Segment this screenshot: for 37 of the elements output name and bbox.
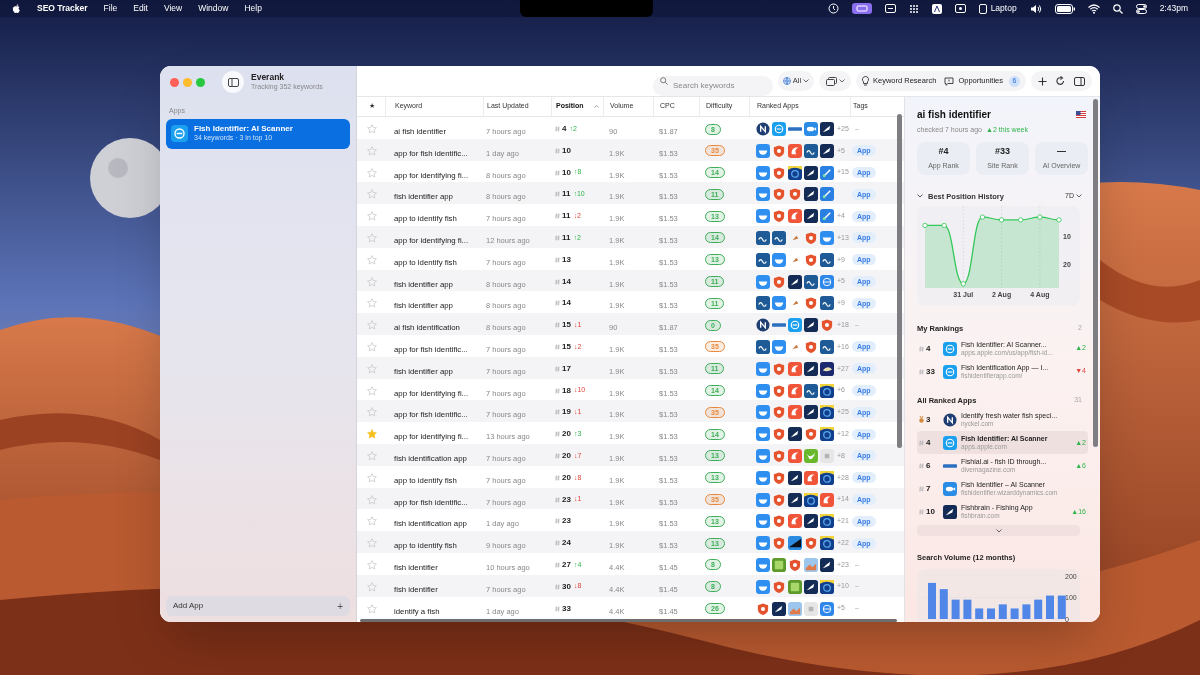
rank-number: 4 xyxy=(926,436,931,449)
position-cell: 19 xyxy=(562,406,571,419)
position-cell: 27 xyxy=(562,558,571,571)
position-cell: 33 xyxy=(562,602,571,615)
rank-number: 3 xyxy=(926,413,931,426)
position-cell: 20 xyxy=(562,471,571,484)
position-cell: 11 xyxy=(562,232,571,244)
position-cell: 30 xyxy=(562,580,571,593)
rank-number: 10 xyxy=(926,505,935,518)
position-cell: 15 xyxy=(562,340,571,353)
rank-number: 4 xyxy=(926,342,931,355)
position-cell: 23 xyxy=(562,515,571,528)
rank-number: 7 xyxy=(926,482,931,495)
position-cell: 14 xyxy=(562,275,571,288)
position-cell: 24 xyxy=(562,537,571,550)
stat-value: #33 xyxy=(995,144,1010,158)
keyword-title: ai fish identifier xyxy=(917,108,991,122)
position-cell: 23 xyxy=(562,493,571,506)
stat-value: — xyxy=(1057,144,1066,158)
rank-number: 6 xyxy=(926,459,931,472)
position-cell: 10 xyxy=(562,166,571,179)
plus-label: + xyxy=(337,599,343,614)
app-name: Fish Identifier: AI Scanner xyxy=(194,124,293,135)
position-cell: 14 xyxy=(562,297,571,310)
position-cell: 15 xyxy=(562,319,571,332)
position-cell: 18 xyxy=(562,384,571,397)
app-title: Everank xyxy=(251,72,286,83)
position-cell: 20 xyxy=(562,428,571,441)
position-cell: 11 xyxy=(562,210,571,223)
position-cell: 11 xyxy=(562,188,571,201)
position-cell: 10 xyxy=(562,144,571,157)
stat-value: #4 xyxy=(938,144,949,158)
rank-number: 33 xyxy=(926,365,935,378)
position-cell: 20 xyxy=(562,449,571,462)
position-cell: 17 xyxy=(562,362,571,375)
position-cell: 4 xyxy=(562,123,567,135)
position-cell: 13 xyxy=(562,253,571,266)
